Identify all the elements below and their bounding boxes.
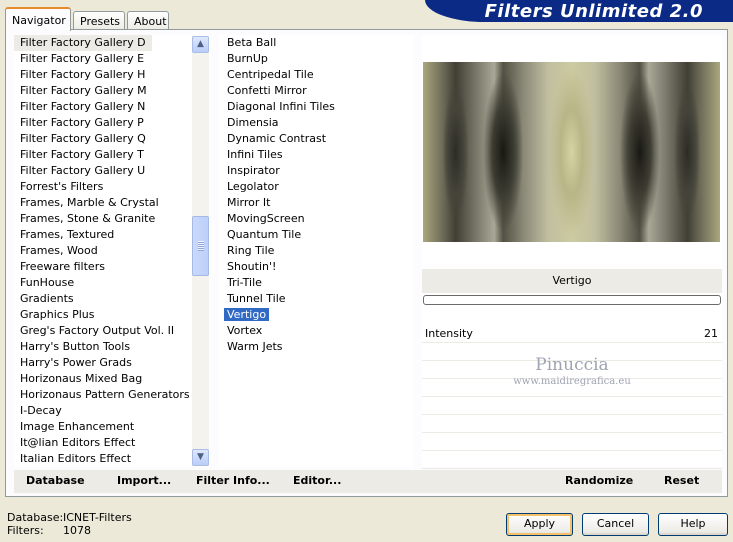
list-item[interactable]: Italian Editors Effect: [14, 451, 210, 467]
list-item[interactable]: Filter Factory Gallery E: [14, 51, 210, 67]
list-item[interactable]: Filter Factory Gallery D: [14, 35, 152, 51]
list-item[interactable]: I-Decay: [14, 403, 210, 419]
list-item[interactable]: Dynamic Contrast: [219, 131, 414, 147]
param-slot: [422, 452, 722, 469]
list-item[interactable]: Filter Factory Gallery Q: [14, 131, 210, 147]
list-item-label: Vertigo: [224, 308, 270, 321]
filter-name-label: Vertigo: [422, 269, 722, 293]
status-value: ICNET-Filters: [63, 511, 132, 524]
cancel-button[interactable]: Cancel: [582, 513, 649, 536]
list-item[interactable]: Vortex: [219, 323, 414, 339]
preview-image: [423, 62, 720, 242]
list-item[interactable]: Freeware filters: [14, 259, 210, 275]
list-item[interactable]: Frames, Stone & Granite: [14, 211, 210, 227]
list-item[interactable]: Confetti Mirror: [219, 83, 414, 99]
list-item[interactable]: Legolator: [219, 179, 414, 195]
status-label: Filters:: [7, 524, 44, 537]
list-item[interactable]: Filter Factory Gallery P: [14, 115, 210, 131]
chevron-down-icon: ▼: [197, 452, 204, 462]
list-item[interactable]: Filter Factory Gallery M: [14, 83, 210, 99]
param-name: Intensity: [425, 327, 473, 340]
watermark-url: www.maidiregrafica.eu: [513, 376, 631, 387]
list-item[interactable]: Ring Tile: [219, 243, 414, 259]
param-slot: [422, 434, 722, 451]
list-item[interactable]: Frames, Marble & Crystal: [14, 195, 210, 211]
preview-pane: Vertigo Intensity 21 Pinuccia www.maidir…: [422, 35, 722, 469]
app-title: Filters Unlimited 2.0: [484, 1, 703, 22]
status-label: Database:: [7, 511, 64, 524]
list-item[interactable]: Horizonaus Mixed Bag: [14, 371, 210, 387]
list-item[interactable]: Beta Ball: [219, 35, 414, 51]
list-item-selected[interactable]: Vertigo: [219, 307, 414, 323]
list-item[interactable]: Shoutin'!: [219, 259, 414, 275]
scroll-down-button[interactable]: ▼: [192, 449, 209, 466]
param-slider-intensity[interactable]: Intensity 21: [422, 325, 722, 343]
list-item[interactable]: Tunnel Tile: [219, 291, 414, 307]
progress-bar: [423, 295, 721, 305]
filter-list[interactable]: Beta Ball BurnUp Centripedal Tile Confet…: [219, 35, 414, 467]
apply-button[interactable]: Apply: [506, 513, 573, 536]
status-value: 1078: [63, 524, 91, 537]
status-database: Database:ICNET-Filters: [7, 511, 132, 524]
list-item[interactable]: Filter Factory Gallery T: [14, 147, 210, 163]
list-item[interactable]: Inspirator: [219, 163, 414, 179]
status-filters: Filters: 1078: [7, 524, 91, 537]
list-item[interactable]: Filter Factory Gallery U: [14, 163, 210, 179]
list-item[interactable]: Tri-Tile: [219, 275, 414, 291]
randomize-button[interactable]: Randomize: [565, 474, 633, 487]
list-item[interactable]: Horizonaus Pattern Generators: [14, 387, 210, 403]
list-item[interactable]: Mirror It: [219, 195, 414, 211]
reset-button[interactable]: Reset: [664, 474, 699, 487]
editor-button[interactable]: Editor...: [293, 474, 341, 487]
tab-navigator[interactable]: Navigator: [5, 7, 71, 31]
tab-presets[interactable]: Presets: [73, 11, 125, 30]
list-item[interactable]: Harry's Power Grads: [14, 355, 210, 371]
list-item[interactable]: MovingScreen: [219, 211, 414, 227]
list-item[interactable]: Filter Factory Gallery H: [14, 67, 210, 83]
param-value: 21: [704, 327, 718, 340]
list-item[interactable]: Graphics Plus: [14, 307, 210, 323]
list-item[interactable]: Gradients: [14, 291, 210, 307]
import-button[interactable]: Import...: [117, 474, 171, 487]
list-item[interactable]: Greg's Factory Output Vol. II: [14, 323, 210, 339]
tab-about[interactable]: About: [127, 11, 169, 30]
scroll-thumb[interactable]: [192, 216, 209, 276]
list-item[interactable]: Image Enhancement: [14, 419, 210, 435]
list-item[interactable]: Filter Factory Gallery N: [14, 99, 210, 115]
list-item[interactable]: Forrest's Filters: [14, 179, 210, 195]
help-button[interactable]: Help: [658, 513, 728, 536]
param-slot: [422, 398, 722, 415]
scroll-up-button[interactable]: ▲: [192, 36, 209, 53]
filter-info-button[interactable]: Filter Info...: [196, 474, 270, 487]
list-item[interactable]: Frames, Textured: [14, 227, 210, 243]
list-item[interactable]: Quantum Tile: [219, 227, 414, 243]
category-scrollbar[interactable]: ▲ ▼: [192, 36, 209, 466]
database-button[interactable]: Database: [26, 474, 85, 487]
list-item[interactable]: FunHouse: [14, 275, 210, 291]
title-banner: Filters Unlimited 2.0: [425, 0, 733, 22]
param-slot: [422, 416, 722, 433]
navigator-panel: Filter Factory Gallery D Filter Factory …: [5, 29, 728, 497]
list-item[interactable]: Harry's Button Tools: [14, 339, 210, 355]
action-bar: Database Import... Filter Info... Editor…: [14, 470, 722, 493]
list-item[interactable]: BurnUp: [219, 51, 414, 67]
list-item[interactable]: Diagonal Infini Tiles: [219, 99, 414, 115]
list-item[interactable]: Infini Tiles: [219, 147, 414, 163]
category-list[interactable]: Filter Factory Gallery D Filter Factory …: [14, 35, 210, 467]
list-item[interactable]: Centripedal Tile: [219, 67, 414, 83]
watermark-title: Pinuccia: [535, 355, 609, 375]
list-item[interactable]: Dimensia: [219, 115, 414, 131]
list-item[interactable]: Frames, Wood: [14, 243, 210, 259]
list-item[interactable]: It@lian Editors Effect: [14, 435, 210, 451]
chevron-up-icon: ▲: [197, 39, 204, 49]
grip-icon: [198, 241, 204, 251]
list-item[interactable]: Warm Jets: [219, 339, 414, 355]
